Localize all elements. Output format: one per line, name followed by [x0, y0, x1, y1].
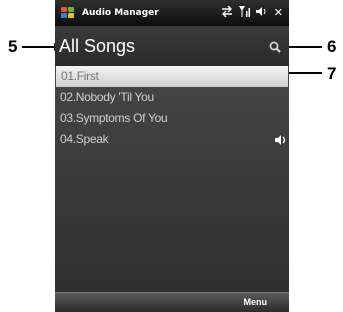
windows-start-icon[interactable]: [61, 7, 75, 19]
callout-5: 5: [8, 37, 18, 56]
softkey-bar: Menu: [55, 292, 289, 312]
list-item[interactable]: 02.Nobody 'Til You: [55, 87, 289, 108]
list-item[interactable]: 03.Symptoms Of You: [55, 108, 289, 129]
search-icon[interactable]: [269, 41, 281, 53]
status-bar: Audio Manager ✕: [55, 0, 289, 26]
list-item-selected[interactable]: 01.First: [56, 66, 288, 87]
phone-screen: Audio Manager ✕ All Songs 01.First 02.No…: [55, 0, 289, 312]
list-item[interactable]: 04.Speak: [55, 129, 289, 150]
header: All Songs: [55, 26, 289, 66]
status-icons: ✕: [221, 6, 283, 19]
callout-5-line: [22, 46, 56, 48]
song-list: 01.First 02.Nobody 'Til You 03.Symptoms …: [55, 66, 289, 150]
now-playing-speaker-icon: [275, 135, 286, 145]
song-title: 03.Symptoms Of You: [60, 111, 168, 125]
song-title: 04.Speak: [60, 132, 109, 146]
signal-icon[interactable]: [238, 6, 250, 17]
callout-7: 7: [327, 64, 337, 83]
volume-icon[interactable]: [255, 6, 268, 17]
connectivity-icon[interactable]: [221, 6, 233, 17]
page-title: All Songs: [59, 36, 136, 56]
song-title: 01.First: [61, 69, 99, 83]
callout-6: 6: [327, 37, 337, 56]
app-title: Audio Manager: [82, 8, 159, 18]
song-title: 02.Nobody 'Til You: [60, 90, 154, 104]
close-icon[interactable]: ✕: [274, 6, 283, 19]
menu-softkey[interactable]: Menu: [244, 297, 268, 307]
